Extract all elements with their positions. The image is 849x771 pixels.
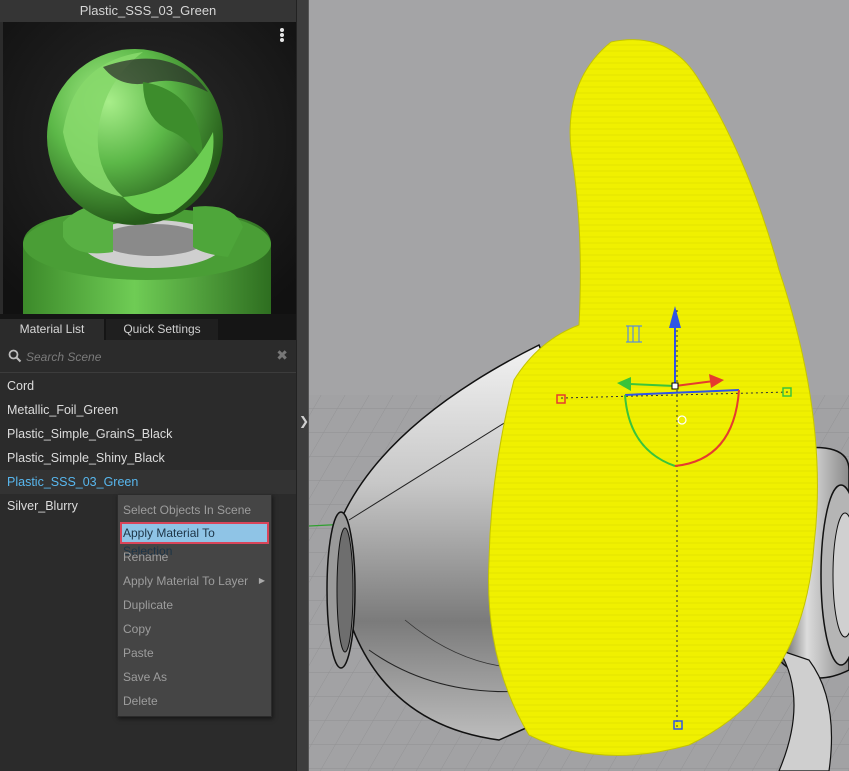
menu-item-apply-to-selection[interactable]: Apply Material To Selection bbox=[120, 522, 269, 558]
material-preview-render bbox=[3, 22, 296, 314]
viewport-scene bbox=[309, 39, 849, 771]
panel-splitter[interactable]: ❯ bbox=[296, 0, 309, 771]
close-icon[interactable]: ✖ bbox=[276, 347, 288, 364]
selected-object[interactable] bbox=[488, 39, 818, 756]
list-item[interactable]: Cord bbox=[0, 374, 296, 398]
panel-tabs: Material List Quick Settings bbox=[0, 314, 296, 340]
list-item[interactable]: Metallic_Foil_Green bbox=[0, 398, 296, 422]
menu-item-delete[interactable]: Delete bbox=[120, 690, 269, 712]
menu-item-copy[interactable]: Copy bbox=[120, 618, 269, 640]
menu-item-rename[interactable]: Rename bbox=[120, 546, 269, 568]
menu-item-save-as[interactable]: Save As bbox=[120, 666, 269, 688]
3d-viewport[interactable] bbox=[309, 0, 849, 771]
more-vertical-icon[interactable] bbox=[278, 28, 286, 44]
material-preview bbox=[3, 22, 296, 314]
search-icon bbox=[8, 349, 22, 363]
menu-item-duplicate[interactable]: Duplicate bbox=[120, 594, 269, 616]
tab-material-list[interactable]: Material List bbox=[0, 319, 104, 340]
chevron-right-icon[interactable]: ❯ bbox=[299, 414, 309, 428]
list-item[interactable]: Plastic_Simple_GrainS_Black bbox=[0, 422, 296, 446]
context-menu: Select Objects In Scene Apply Material T… bbox=[117, 494, 272, 717]
list-item[interactable]: Plastic_Simple_Shiny_Black bbox=[0, 446, 296, 470]
menu-item-select-objects[interactable]: Select Objects In Scene bbox=[120, 499, 269, 521]
panel-title: Plastic_SSS_03_Green bbox=[0, 0, 296, 22]
search-input[interactable] bbox=[24, 346, 268, 368]
list-item-selected[interactable]: Plastic_SSS_03_Green bbox=[0, 470, 296, 494]
menu-item-label: Apply Material To Layer bbox=[123, 574, 249, 588]
tab-quick-settings[interactable]: Quick Settings bbox=[106, 319, 218, 340]
search-bar: ✖ bbox=[0, 340, 296, 373]
menu-item-apply-to-layer[interactable]: Apply Material To Layer ▶ bbox=[120, 570, 269, 592]
chevron-right-icon: ▶ bbox=[258, 576, 265, 585]
menu-item-paste[interactable]: Paste bbox=[120, 642, 269, 664]
